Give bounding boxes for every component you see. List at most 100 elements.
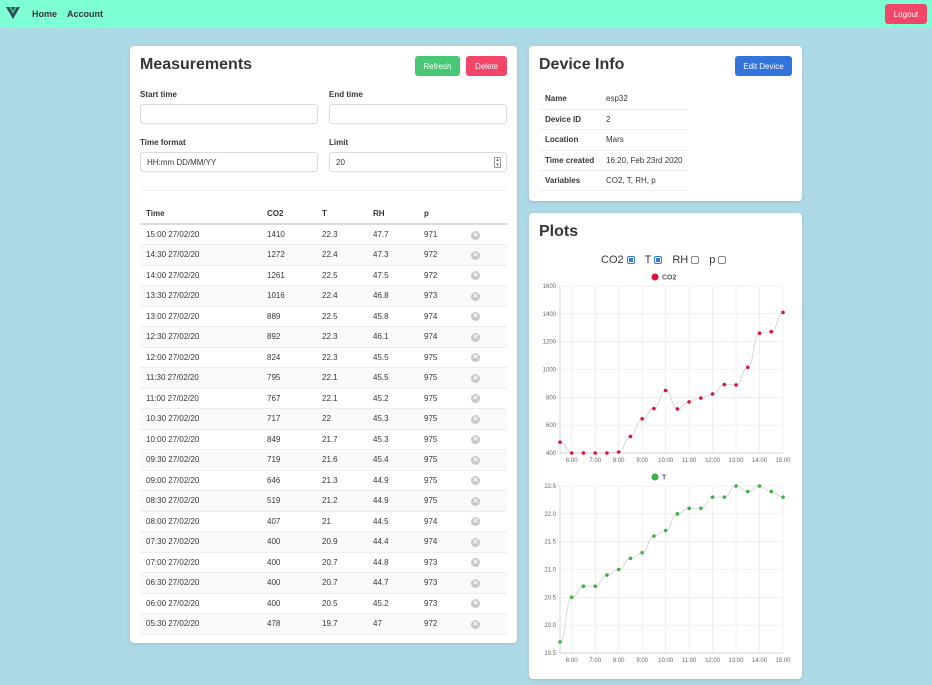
start-time-label: Start time (140, 90, 177, 99)
cell-co2: 767 (261, 388, 316, 409)
cell-p: 974 (418, 326, 465, 348)
data-point (734, 484, 738, 488)
data-point (745, 489, 750, 494)
divider (140, 190, 507, 191)
device-info-row: Device ID 2 (539, 109, 688, 131)
cell-time: 07:30 27/02/20 (140, 531, 261, 553)
delete-row-icon[interactable]: ✕ (471, 599, 480, 609)
delete-row-icon[interactable]: ✕ (471, 271, 480, 281)
column-header-t[interactable]: T (316, 203, 367, 225)
column-header-actions (465, 203, 507, 225)
cell-p: 975 (418, 429, 465, 450)
delete-row-icon[interactable]: ✕ (471, 312, 480, 322)
logout-button[interactable]: Logout (885, 4, 927, 24)
y-tick-label: 22.5 (544, 484, 556, 490)
checkbox-co2[interactable] (626, 256, 635, 264)
column-header-co2[interactable]: CO2 (261, 203, 316, 225)
x-tick-label: 15:00 (775, 458, 791, 464)
delete-row-icon[interactable]: ✕ (471, 578, 480, 588)
delete-row-icon[interactable]: ✕ (471, 332, 480, 342)
data-point (699, 396, 703, 400)
cell-time: 07:00 27/02/20 (140, 552, 261, 573)
cell-co2: 1272 (261, 244, 316, 266)
toggle-t[interactable]: T (645, 254, 663, 266)
cell-p: 975 (418, 408, 465, 430)
limit-input[interactable]: 20 ▴ ▾ (329, 152, 507, 172)
plots-title: Plots (539, 223, 579, 240)
cell-t: 20.5 (316, 593, 367, 614)
checkbox-rh[interactable] (691, 256, 700, 264)
data-point (781, 495, 785, 499)
delete-row-icon[interactable]: ✕ (471, 435, 480, 445)
cell-p: 975 (418, 347, 465, 368)
checkbox-p[interactable] (718, 256, 727, 264)
cell-rh: 47.7 (367, 224, 418, 245)
cell-rh: 47 (367, 613, 418, 635)
column-header-p[interactable]: p (418, 203, 465, 225)
y-tick-label: 20.0 (544, 623, 556, 629)
cell-rh: 44.9 (367, 470, 418, 491)
edit-device-button[interactable]: Edit Device (735, 56, 792, 76)
delete-row-icon[interactable]: ✕ (471, 353, 480, 363)
checkbox-t[interactable] (654, 256, 663, 264)
table-row: 11:00 27/02/20 767 22.1 45.2 975 ✕ (140, 388, 507, 409)
device-info-value: esp32 (600, 89, 688, 110)
device-info-value: Mars (600, 129, 688, 151)
delete-row-icon[interactable]: ✕ (471, 414, 480, 424)
cell-p: 971 (418, 224, 465, 245)
data-point (722, 382, 727, 387)
delete-row-icon[interactable]: ✕ (471, 476, 480, 486)
limit-spinner-icon[interactable]: ▴ ▾ (494, 157, 501, 168)
cell-p: 974 (418, 306, 465, 327)
column-header-rh[interactable]: RH (367, 203, 418, 225)
cell-t: 22.3 (316, 224, 367, 245)
legend-label: T (662, 475, 667, 482)
data-point (781, 310, 785, 315)
toggle-rh[interactable]: RH (672, 254, 700, 266)
end-time-input[interactable] (329, 104, 507, 124)
delete-row-icon[interactable]: ✕ (471, 291, 480, 301)
toggle-p[interactable]: p (709, 254, 727, 266)
cell-actions: ✕ (465, 367, 507, 389)
cell-co2: 1016 (261, 285, 316, 307)
cell-co2: 889 (261, 306, 316, 327)
cell-rh: 45.3 (367, 429, 418, 450)
cell-actions: ✕ (465, 224, 507, 245)
limit-value: 20 (336, 157, 345, 167)
data-point (663, 388, 668, 393)
x-tick-label: 10:00 (658, 458, 674, 464)
delete-row-icon[interactable]: ✕ (471, 455, 480, 465)
delete-row-icon[interactable]: ✕ (471, 496, 480, 506)
delete-row-icon[interactable]: ✕ (471, 558, 480, 568)
table-row: 14:30 27/02/20 1272 22.4 47.3 972 ✕ (140, 244, 507, 266)
cell-co2: 849 (261, 429, 316, 450)
legend-swatch (651, 273, 659, 281)
nav-account-link[interactable]: Account (67, 9, 103, 19)
delete-row-icon[interactable]: ✕ (471, 619, 480, 629)
delete-row-icon[interactable]: ✕ (471, 537, 480, 547)
nav-home-link[interactable]: Home (32, 9, 57, 19)
x-tick-label: 7:00 (589, 458, 601, 464)
delete-row-icon[interactable]: ✕ (471, 394, 480, 404)
toggle-co2[interactable]: CO2 (601, 254, 635, 266)
time-format-input[interactable]: HH:mm DD/MM/YY (140, 152, 318, 172)
data-point (663, 528, 668, 533)
start-time-input[interactable] (140, 104, 318, 124)
cell-actions: ✕ (465, 490, 507, 512)
table-row: 06:00 27/02/20 400 20.5 45.2 973 ✕ (140, 593, 507, 614)
cell-p: 974 (418, 531, 465, 553)
delete-row-icon[interactable]: ✕ (471, 250, 480, 260)
column-header-time[interactable]: Time (140, 203, 261, 225)
data-point (558, 640, 562, 644)
cell-p: 973 (418, 572, 465, 594)
vue-logo-icon[interactable] (6, 6, 20, 20)
delete-row-icon[interactable]: ✕ (471, 230, 480, 240)
cell-p: 974 (418, 511, 465, 532)
data-point (722, 495, 727, 499)
refresh-button[interactable]: Refresh (415, 56, 460, 76)
delete-row-icon[interactable]: ✕ (471, 373, 480, 383)
delete-row-icon[interactable]: ✕ (471, 517, 480, 527)
cell-t: 22.1 (316, 388, 367, 409)
delete-button[interactable]: Delete (466, 56, 507, 76)
cell-co2: 519 (261, 490, 316, 512)
